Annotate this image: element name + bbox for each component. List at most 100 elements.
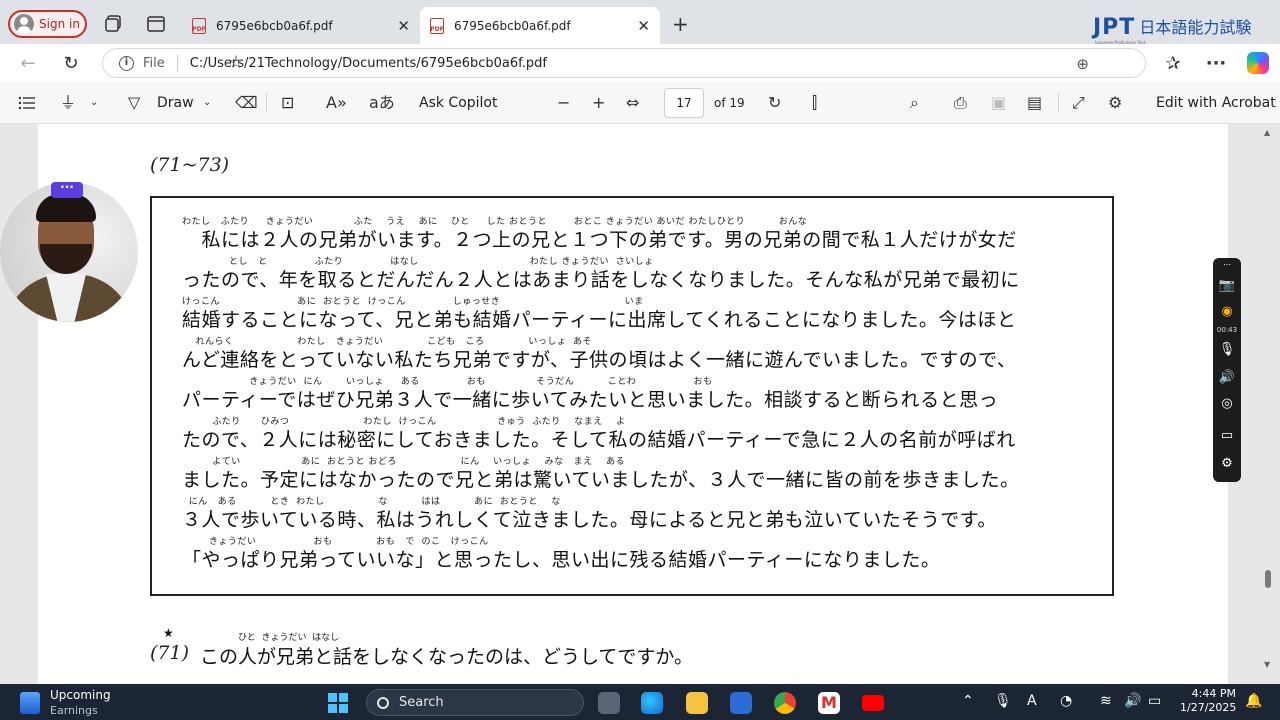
reading-passage-box: わたし ふたり きょうだい ふた うえ あに ひと した おとうと おとこ きょ… — [150, 196, 1114, 596]
taskbar-search-box[interactable]: Search — [366, 689, 584, 716]
search-icon — [377, 696, 389, 709]
passage-line: 私には２人の兄弟がいます。２つ上の兄と１つ下の弟です。男の兄弟の間で私１人だけが… — [182, 229, 1017, 251]
file-explorer-icon[interactable] — [686, 692, 708, 714]
edge-browser-icon[interactable] — [641, 692, 663, 714]
print-icon[interactable]: ⎙ — [954, 93, 967, 113]
camera-icon[interactable]: 📷 — [1213, 278, 1241, 293]
store-icon[interactable] — [730, 692, 752, 714]
page-total-label: of 19 — [714, 96, 745, 110]
notification-bell-icon[interactable]: 🔔 — [1245, 693, 1262, 709]
pdf-file-icon: PDF — [430, 17, 444, 34]
edit-with-acrobat-button[interactable]: Edit with Acrobat — [1156, 94, 1276, 112]
task-view-icon[interactable] — [598, 692, 620, 714]
passage-line: ３人で歩いている時、私はうれしくて泣きました。母によると兄と弟も泣いていたそうで… — [182, 509, 997, 531]
microphone-icon[interactable]: 🎙 — [994, 693, 1012, 709]
tab-title: 6795e6bcb0a6f.pdf — [216, 18, 333, 33]
ask-copilot-button[interactable]: Ask Copilot — [419, 94, 498, 112]
jpt-brand: JPT — [1093, 15, 1136, 40]
search-icon[interactable]: ⌕ — [910, 93, 919, 113]
record-stop-icon[interactable]: ◉ — [1213, 304, 1241, 319]
passage-line: んど連絡をとっていない私たち兄弟ですが、子供の頃はよく一緒に遊んでいました。です… — [182, 349, 1017, 371]
toolbar-divider — [266, 93, 267, 113]
clock-time: 4:44 PM — [1191, 687, 1236, 700]
widget-title[interactable]: Upcoming — [50, 688, 111, 702]
draw-button[interactable]: Draw — [157, 94, 194, 112]
question-text: この人が兄弟と話をしなくなったのは、どうしてですか。 — [200, 646, 694, 668]
zoom-in-icon[interactable]: + — [592, 93, 605, 113]
zoom-out-icon[interactable]: − — [557, 93, 570, 113]
screen-recorder-panel: ⋯ 📷 ◉ 00:43 🎙 🔊 ◎ ▭ ⚙ — [1213, 258, 1241, 482]
pen-input-icon[interactable]: A — [1027, 693, 1037, 709]
text-box-icon[interactable]: ⊡ — [281, 93, 294, 113]
page-view-icon[interactable]: ⫿ — [812, 93, 817, 113]
favorite-star-icon[interactable]: ☆ — [228, 52, 1129, 73]
scroll-up-icon[interactable]: ▲ — [1264, 128, 1270, 137]
translate-icon[interactable]: aあ — [369, 93, 395, 113]
tab-pdf-1[interactable]: PDF 6795e6bcb0a6f.pdf ✕ — [182, 7, 420, 44]
chevron-down-icon[interactable]: ⌄ — [203, 93, 211, 113]
tab-pdf-2[interactable]: PDF 6795e6bcb0a6f.pdf ✕ — [420, 7, 660, 44]
microphone-icon[interactable]: 🎙 — [1213, 342, 1241, 357]
save-as-icon[interactable]: ▤ — [1027, 93, 1042, 113]
volume-icon[interactable]: 🔊 — [1124, 693, 1141, 709]
webcam-toggle-icon[interactable]: ◎ — [1213, 396, 1241, 411]
chrome-icon[interactable] — [774, 692, 796, 714]
scrollbar-thumb[interactable] — [1265, 570, 1271, 588]
sign-in-label: Sign in — [39, 17, 80, 31]
speaker-icon[interactable]: 🔊 — [1213, 370, 1241, 385]
vertical-scrollbar[interactable] — [1262, 124, 1274, 684]
screen-icon[interactable]: ▭ — [1213, 428, 1241, 443]
question-range: (71~73) — [150, 154, 230, 176]
address-divider — [176, 55, 178, 71]
close-icon[interactable]: ✕ — [637, 17, 650, 35]
favorites-icon[interactable]: ✰ — [1162, 53, 1184, 75]
sign-in-button[interactable]: Sign in — [8, 10, 87, 38]
address-bar[interactable]: i File C:/Users/21Technology/Documents/6… — [102, 48, 1146, 78]
contents-list-icon[interactable] — [18, 95, 36, 111]
battery-icon[interactable]: ▭ — [1148, 693, 1161, 709]
highlight-icon[interactable]: ⏚ — [60, 93, 76, 113]
gmail-icon[interactable]: M — [818, 692, 840, 714]
question-number: (71) — [150, 642, 190, 664]
passage-line: たので、２人には秘密にしておきました。そして私の結婚パーティーで急に２人の名前が… — [182, 429, 1016, 451]
profile-avatar-icon — [14, 14, 34, 34]
eraser-icon[interactable]: ⌫ — [235, 93, 258, 113]
widgets-icon[interactable] — [20, 692, 40, 714]
refresh-icon[interactable]: ↻ — [60, 53, 82, 75]
tab-actions-icon[interactable] — [146, 14, 166, 34]
more-menu-icon[interactable]: ··· — [1205, 53, 1227, 75]
read-aloud-icon[interactable]: A» — [326, 93, 347, 113]
info-icon[interactable]: i — [119, 55, 134, 71]
start-windows-icon[interactable] — [328, 693, 348, 713]
page-number-input[interactable]: 17 — [664, 88, 704, 118]
drag-handle-icon[interactable]: ⋯ — [1213, 260, 1241, 269]
browser-navigation-bar: ← ↻ i File C:/Users/21Technology/Documen… — [0, 44, 1280, 82]
webcam-options-icon[interactable]: ··· — [51, 181, 83, 198]
chevron-down-icon[interactable]: ⌄ — [90, 93, 98, 113]
sync-icon[interactable]: ◔ — [1060, 693, 1072, 709]
close-icon[interactable]: ✕ — [397, 17, 410, 35]
workspaces-icon[interactable] — [104, 14, 124, 34]
wifi-icon[interactable]: ≋ — [1100, 693, 1112, 709]
passage-line: ました。予定にはなかったので兄と弟は驚いていましたが、３人で一緒に皆の前を歩きま… — [182, 469, 1020, 491]
clock-date: 1/27/2025 — [1180, 701, 1236, 712]
save-icon[interactable]: ▣ — [991, 93, 1006, 113]
jpt-watermark-logo: JPT 日本語能力試験 Japanese Proficiency Test — [1093, 14, 1251, 45]
back-arrow-icon[interactable]: ← — [17, 53, 39, 75]
pdf-toolbar: ⏚ ⌄ ▽ Draw ⌄ ⌫ ⊡ A» aあ Ask Copilot − + ⇔… — [0, 82, 1280, 124]
pdf-file-icon: PDF — [192, 17, 206, 34]
chevron-up-icon[interactable]: ⌃ — [962, 693, 974, 709]
webcam-hair — [36, 194, 96, 222]
scroll-down-icon[interactable]: ▼ — [1264, 660, 1270, 669]
copilot-icon[interactable] — [1247, 52, 1269, 74]
new-tab-button[interactable]: + — [672, 12, 689, 36]
fullscreen-icon[interactable]: ⤢ — [1072, 93, 1085, 113]
draw-pen-icon[interactable]: ▽ — [128, 93, 140, 113]
taskbar-clock[interactable]: 4:44 PM 1/27/2025 — [1180, 687, 1236, 712]
settings-gear-icon[interactable]: ⚙ — [1108, 93, 1122, 113]
fit-width-icon[interactable]: ⇔ — [626, 93, 639, 113]
pdf-viewer[interactable]: (71~73) わたし ふたり きょうだい ふた うえ あに ひと した おとう… — [0, 124, 1280, 684]
youtube-icon[interactable] — [862, 695, 884, 711]
rotate-icon[interactable]: ↻ — [768, 93, 781, 113]
settings-gear-icon[interactable]: ⚙ — [1213, 456, 1241, 471]
